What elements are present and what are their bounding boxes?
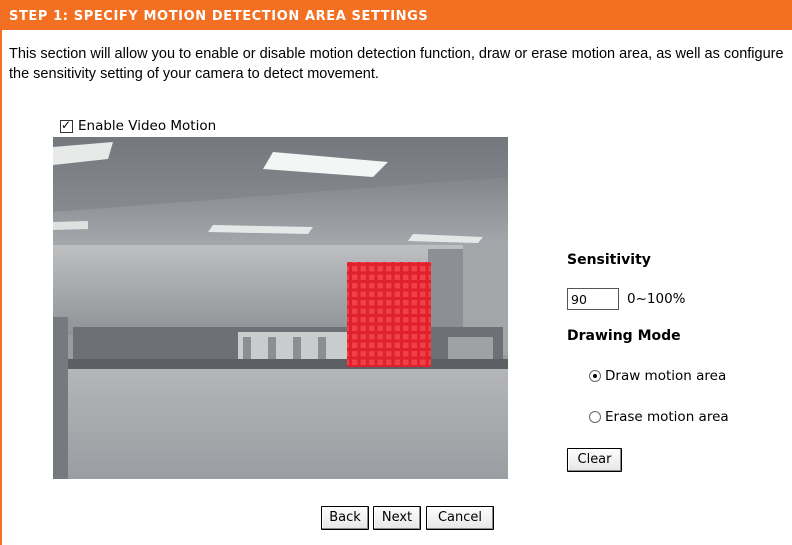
radio-selected-dot (593, 374, 597, 378)
video-frame-image (53, 137, 508, 479)
sensitivity-input[interactable]: 90 (567, 288, 619, 310)
back-button[interactable]: Back (321, 506, 369, 530)
section-description: This section will allow you to enable or… (9, 46, 784, 82)
enable-video-motion-row[interactable]: ✓ Enable Video Motion (60, 117, 216, 135)
sensitivity-label: Sensitivity (567, 252, 651, 268)
camera-video-view[interactable] (53, 137, 508, 479)
draw-motion-area-radio[interactable] (589, 370, 601, 382)
erase-motion-area-option[interactable]: Erase motion area (589, 409, 729, 425)
draw-motion-area-label: Draw motion area (605, 368, 727, 384)
cancel-button[interactable]: Cancel (426, 506, 494, 530)
section-title: STEP 1: SPECIFY MOTION DETECTION AREA SE… (9, 9, 429, 24)
enable-video-motion-label: Enable Video Motion (78, 118, 217, 134)
section-header: STEP 1: SPECIFY MOTION DETECTION AREA SE… (0, 0, 792, 30)
erase-motion-area-radio[interactable] (589, 411, 601, 423)
checkmark-icon: ✓ (61, 117, 72, 132)
next-button[interactable]: Next (373, 506, 421, 530)
clear-button[interactable]: Clear (567, 448, 622, 472)
motion-area-overlay (347, 262, 431, 367)
erase-motion-area-label: Erase motion area (605, 409, 729, 425)
drawing-mode-label: Drawing Mode (567, 328, 681, 344)
sensitivity-range: 0~100% (627, 291, 686, 307)
enable-video-motion-checkbox[interactable]: ✓ (60, 117, 73, 133)
draw-motion-area-option[interactable]: Draw motion area (589, 368, 726, 384)
